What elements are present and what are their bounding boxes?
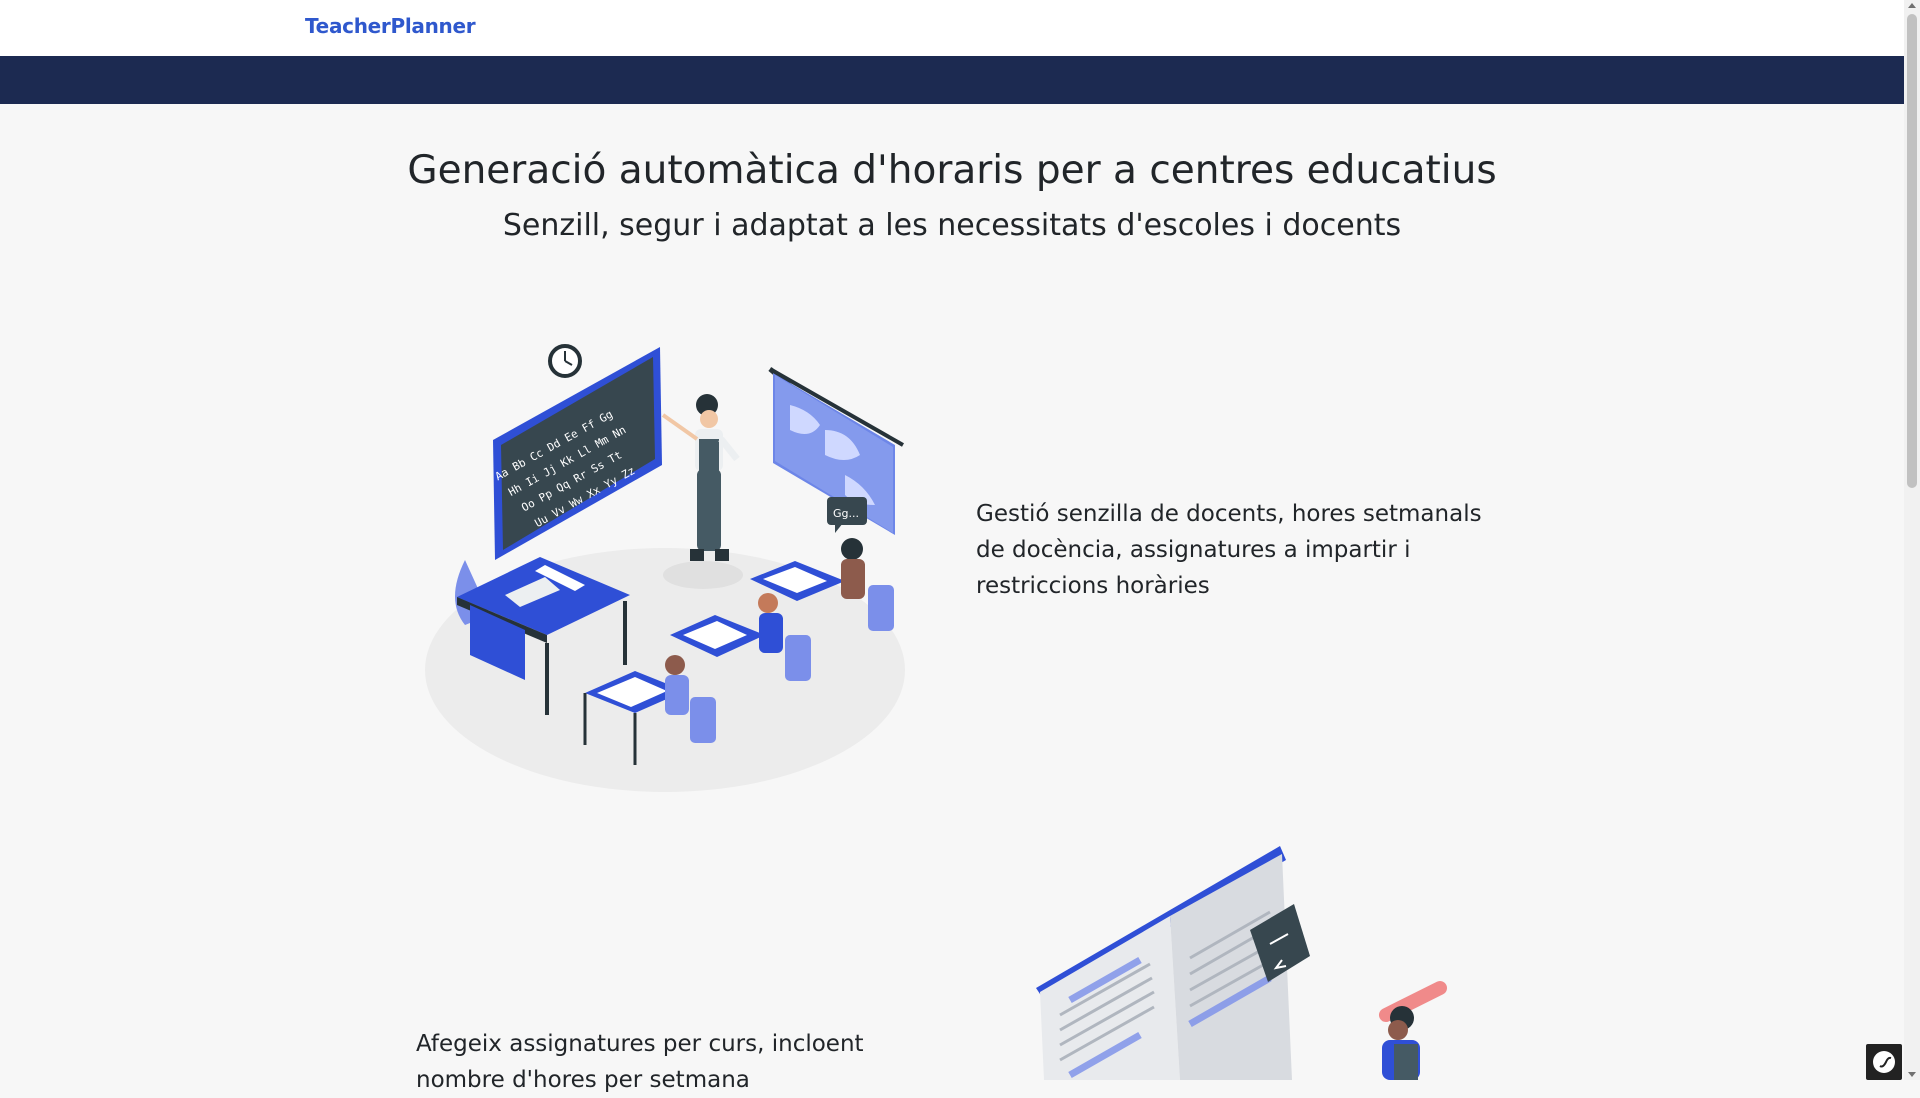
navigation-band — [0, 56, 1904, 104]
brand-link[interactable]: TeacherPlanner — [305, 14, 476, 38]
feature-text-1: Gestió senzilla de docents, hores setman… — [976, 501, 1482, 599]
svg-text:Gg...: Gg... — [833, 507, 859, 520]
page-scrollbar[interactable] — [1904, 0, 1920, 1080]
hero-subtitle: Senzill, segur i adaptat a les necessita… — [502, 208, 1402, 243]
top-navbar: TeacherPlanner — [0, 0, 1904, 56]
symfony-toolbar-toggle[interactable] — [1866, 1044, 1902, 1080]
student-with-pencil — [1379, 981, 1447, 1080]
scroll-down-icon[interactable] — [1908, 1072, 1916, 1077]
teacher-figure — [661, 394, 740, 561]
scroll-thumb[interactable] — [1907, 14, 1917, 488]
scroll-up-icon[interactable] — [1908, 3, 1916, 8]
feature-text-2: Afegeix assignatures per curs, incloent … — [416, 1031, 864, 1093]
hero-title: Generació automàtica d'horaris per a cen… — [407, 148, 1497, 193]
speech-bubble: Gg... — [827, 497, 867, 533]
clock-icon — [548, 344, 582, 378]
classroom-illustration: Aa Bb Cc Dd Ee Ff Gg Hh Ii Jj Kk Ll Mm N… — [425, 344, 905, 792]
symfony-icon — [1873, 1051, 1895, 1073]
book-illustration — [1036, 846, 1447, 1080]
chalkboard-letters: Aa Bb Cc Dd Ee Ff Gg Hh Ii Jj Kk Ll Mm N… — [493, 347, 662, 560]
